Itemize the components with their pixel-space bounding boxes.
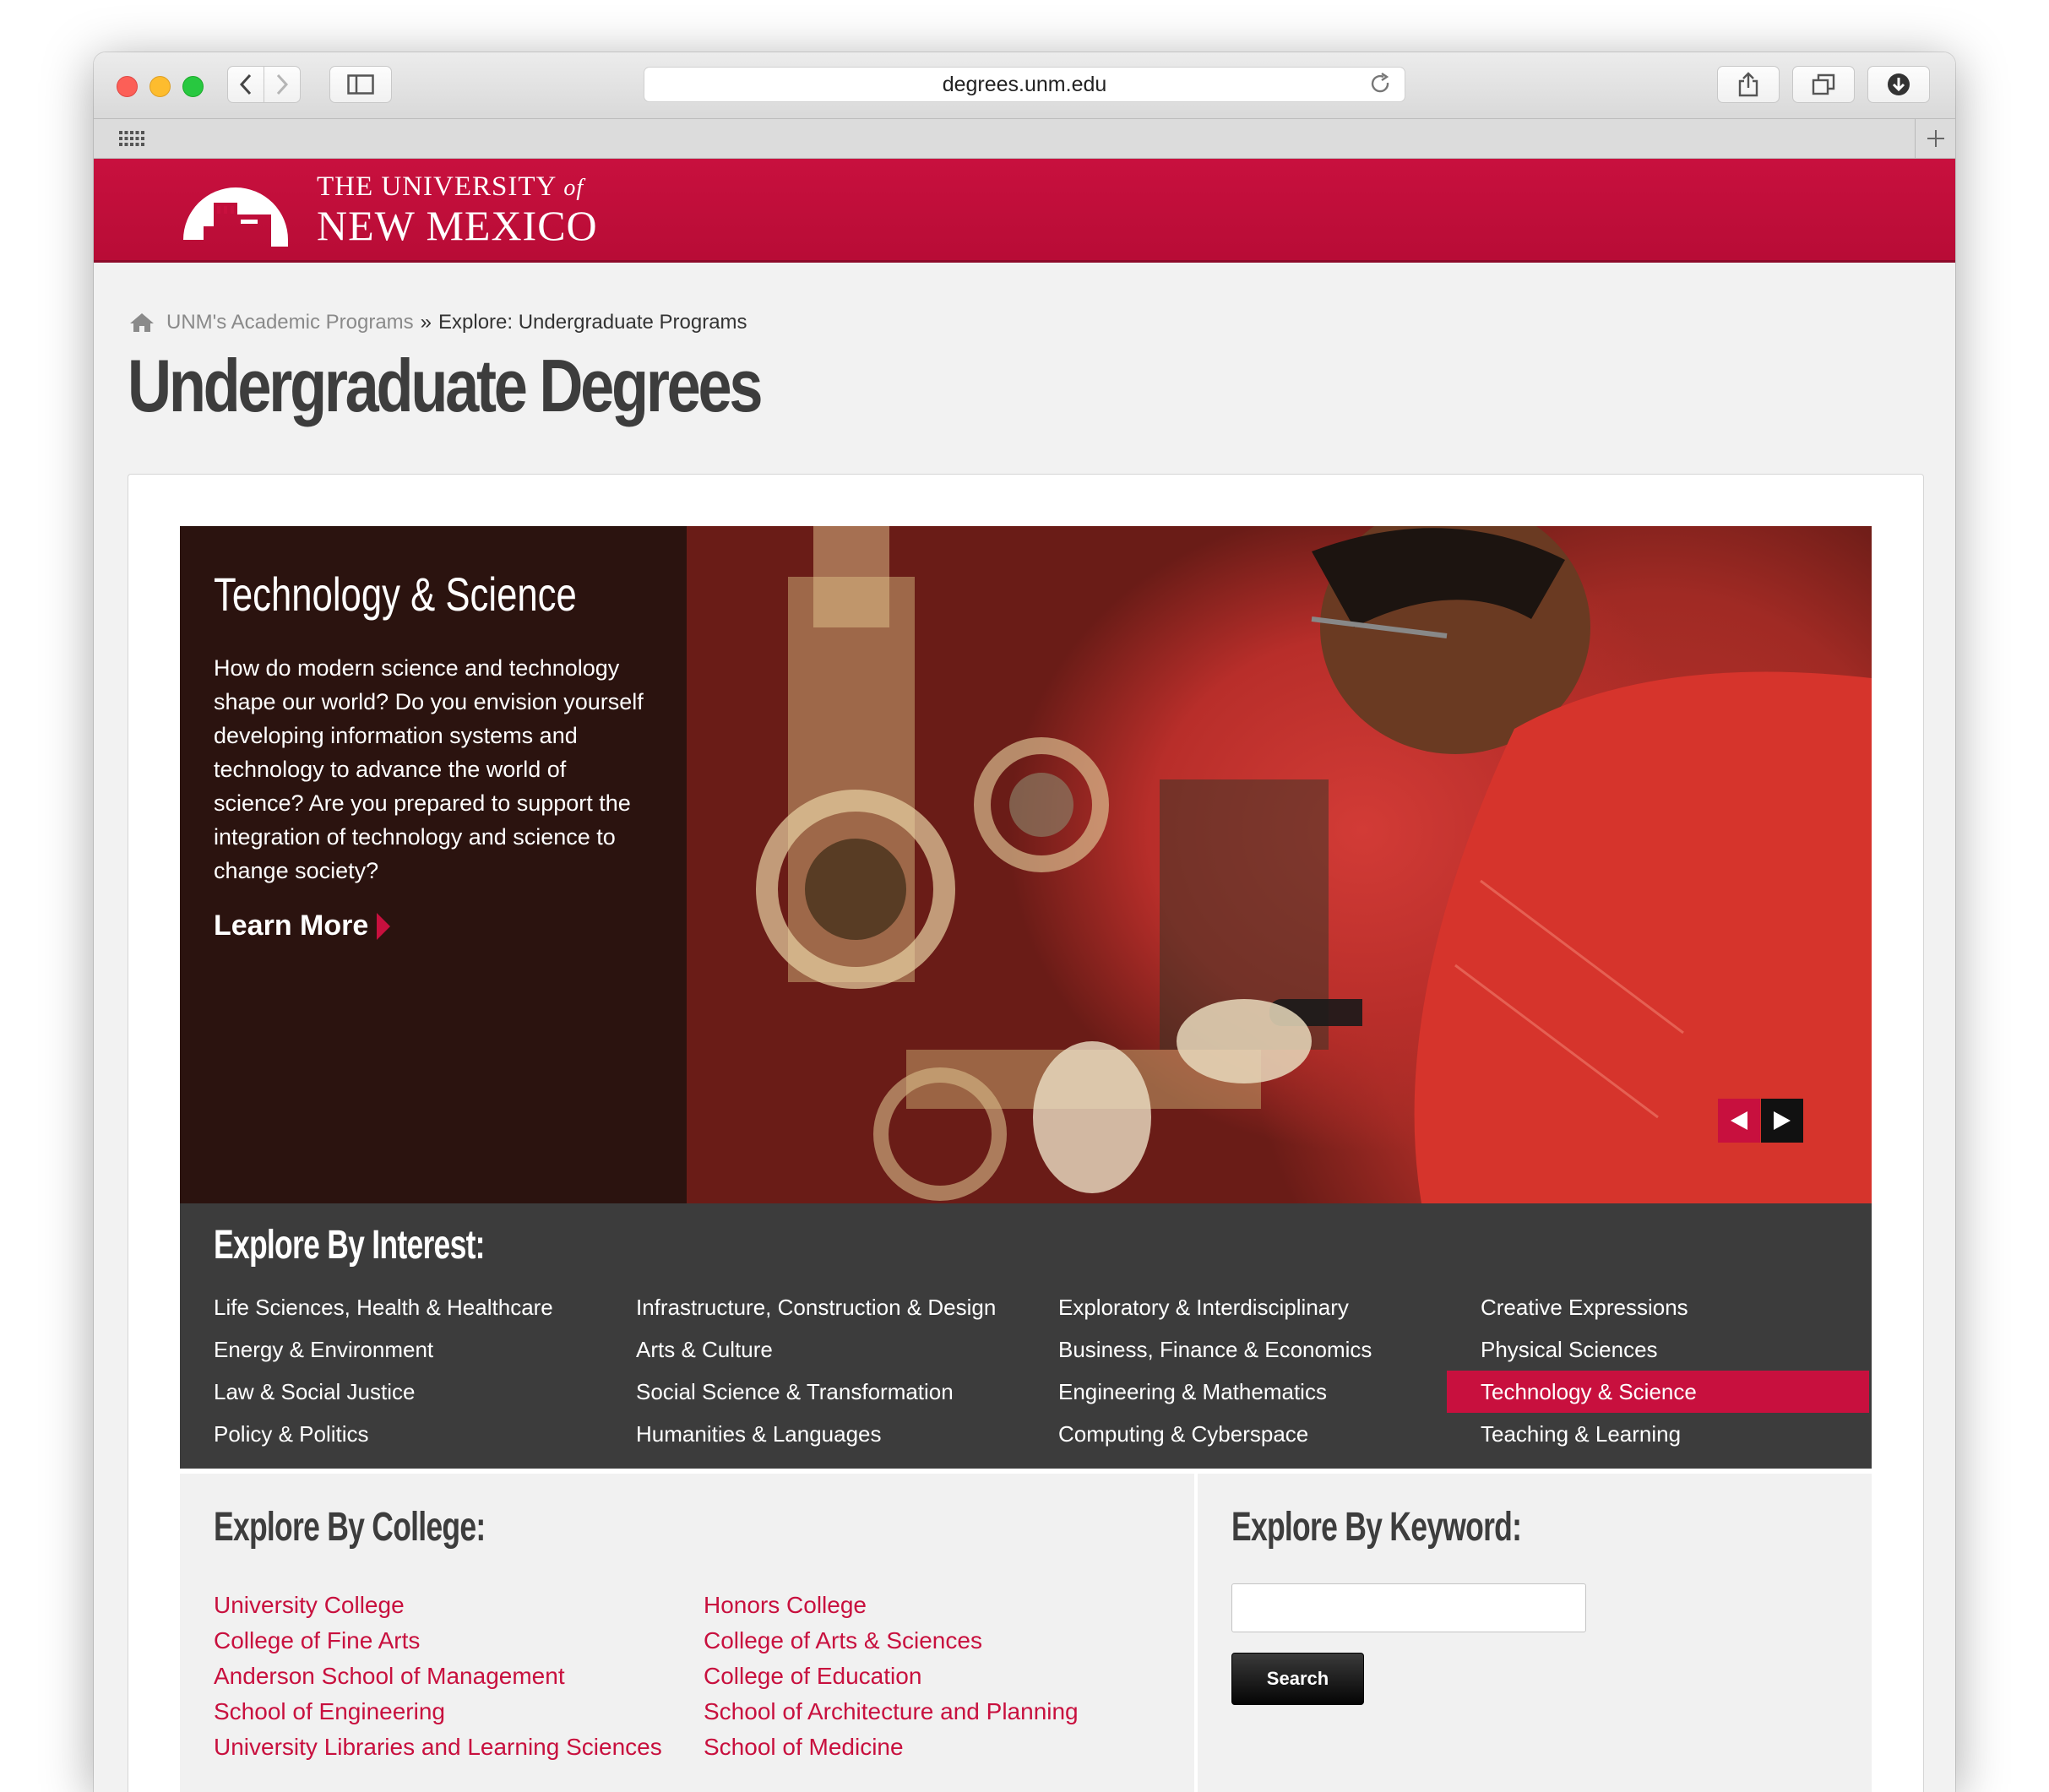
plus-icon bbox=[1927, 130, 1944, 147]
college-section-title: Explore By College: bbox=[214, 1505, 486, 1550]
arrow-right-icon bbox=[377, 912, 391, 940]
share-button[interactable] bbox=[1717, 66, 1780, 103]
url-text: degrees.unm.edu bbox=[942, 72, 1107, 96]
slide-prev-button[interactable] bbox=[1718, 1099, 1760, 1143]
interest-item[interactable]: Teaching & Learning bbox=[1447, 1413, 1869, 1455]
sidebar-toggle-button[interactable] bbox=[329, 66, 392, 103]
new-tab-button[interactable] bbox=[1915, 119, 1955, 158]
triangle-left-icon bbox=[1731, 1111, 1747, 1130]
chevron-left-icon bbox=[239, 73, 252, 95]
learn-more-link[interactable]: Learn More bbox=[214, 910, 391, 942]
interest-item[interactable]: Life Sciences, Health & Healthcare bbox=[180, 1286, 602, 1328]
minimize-window-button[interactable] bbox=[149, 76, 171, 97]
college-link[interactable]: College of Fine Arts bbox=[214, 1627, 704, 1663]
college-link[interactable]: Anderson School of Management bbox=[214, 1663, 704, 1698]
interest-section-title: Explore By Interest: bbox=[214, 1223, 486, 1268]
interest-item[interactable]: Computing & Cyberspace bbox=[1024, 1413, 1447, 1455]
unm-logo-emblem-icon bbox=[183, 187, 288, 247]
unm-logo[interactable]: THE UNIVERSITY of NEW MEXICO bbox=[178, 171, 598, 248]
maximize-window-button[interactable] bbox=[182, 76, 204, 97]
site-header: THE UNIVERSITY of NEW MEXICO bbox=[94, 159, 1955, 263]
search-button[interactable]: Search bbox=[1231, 1653, 1364, 1705]
close-window-button[interactable] bbox=[117, 76, 138, 97]
content-box: Technology & Science How do modern scien… bbox=[128, 474, 1924, 1792]
hero-text-panel: Technology & Science How do modern scien… bbox=[180, 526, 687, 1203]
interest-item[interactable]: Creative Expressions bbox=[1447, 1286, 1869, 1328]
back-button[interactable] bbox=[227, 66, 264, 103]
keyword-search-input[interactable] bbox=[1231, 1583, 1586, 1632]
grid-icon[interactable] bbox=[119, 131, 144, 146]
college-link[interactable]: School of Architecture and Planning bbox=[704, 1698, 1193, 1734]
breadcrumb-separator: » bbox=[420, 311, 432, 334]
reload-icon[interactable] bbox=[1369, 73, 1393, 96]
college-link[interactable]: College of Education bbox=[704, 1663, 1193, 1698]
logo-university-text: THE UNIVERSITY bbox=[317, 171, 557, 202]
explore-by-college: Explore By College: University College C… bbox=[180, 1474, 1194, 1792]
web-page: THE UNIVERSITY of NEW MEXICO UNM's Acade… bbox=[94, 159, 1955, 1792]
interest-item[interactable]: Infrastructure, Construction & Design bbox=[602, 1286, 1024, 1328]
interest-item[interactable]: Humanities & Languages bbox=[602, 1413, 1024, 1455]
forward-button[interactable] bbox=[264, 66, 301, 103]
hero-slide: Technology & Science How do modern scien… bbox=[180, 526, 1872, 1203]
interest-item[interactable]: Exploratory & Interdisciplinary bbox=[1024, 1286, 1447, 1328]
breadcrumb: UNM's Academic Programs » Explore: Under… bbox=[129, 311, 747, 334]
logo-new-mexico-text: NEW MEXICO bbox=[317, 201, 598, 249]
college-link[interactable]: School of Engineering bbox=[214, 1698, 704, 1734]
share-icon bbox=[1738, 72, 1758, 97]
learn-more-label: Learn More bbox=[214, 910, 369, 942]
browser-toolbar: degrees.unm.edu bbox=[94, 52, 1955, 119]
interest-list: Life Sciences, Health & Healthcare Infra… bbox=[180, 1286, 1872, 1455]
home-icon[interactable] bbox=[129, 312, 155, 333]
interest-item[interactable]: Energy & Environment bbox=[180, 1328, 602, 1371]
tab-bar bbox=[94, 119, 1955, 159]
triangle-right-icon bbox=[1774, 1111, 1791, 1130]
college-link[interactable]: School of Medicine bbox=[704, 1734, 1193, 1769]
interest-item[interactable]: Social Science & Transformation bbox=[602, 1371, 1024, 1413]
interest-item[interactable]: Business, Finance & Economics bbox=[1024, 1328, 1447, 1371]
address-bar[interactable]: degrees.unm.edu bbox=[644, 67, 1405, 102]
chevron-right-icon bbox=[276, 73, 289, 95]
slide-next-button[interactable] bbox=[1761, 1099, 1803, 1143]
logo-of-text: of bbox=[563, 174, 584, 201]
sidebar-icon bbox=[347, 74, 374, 95]
interest-item[interactable]: Law & Social Justice bbox=[180, 1371, 602, 1413]
breadcrumb-parent-link[interactable]: UNM's Academic Programs bbox=[166, 311, 414, 334]
explore-by-keyword: Explore By Keyword: Search bbox=[1198, 1474, 1872, 1792]
breadcrumb-current: Explore: Undergraduate Programs bbox=[438, 311, 747, 334]
page-title: Undergraduate Degrees bbox=[128, 344, 763, 427]
college-list: University College College of Fine Arts … bbox=[214, 1592, 1193, 1769]
interest-item[interactable]: Policy & Politics bbox=[180, 1413, 602, 1455]
interest-item[interactable]: Arts & Culture bbox=[602, 1328, 1024, 1371]
browser-window: degrees.unm.edu THE UNIVERSITY of NEW ME… bbox=[94, 52, 1955, 1792]
hero-title: Technology & Science bbox=[214, 567, 577, 621]
interest-item-active[interactable]: Technology & Science bbox=[1447, 1371, 1869, 1413]
interest-item[interactable]: Physical Sciences bbox=[1447, 1328, 1869, 1371]
college-link[interactable]: College of Arts & Sciences bbox=[704, 1627, 1193, 1663]
interest-item[interactable]: Engineering & Mathematics bbox=[1024, 1371, 1447, 1413]
keyword-section-title: Explore By Keyword: bbox=[1231, 1505, 1522, 1550]
download-icon bbox=[1888, 73, 1910, 95]
college-link[interactable]: University College bbox=[214, 1592, 704, 1627]
hero-description: How do modern science and technology sha… bbox=[214, 655, 644, 883]
college-link[interactable]: Honors College bbox=[704, 1592, 1193, 1627]
explore-by-interest: Explore By Interest: Life Sciences, Heal… bbox=[180, 1203, 1872, 1469]
college-link[interactable]: University Libraries and Learning Scienc… bbox=[214, 1734, 704, 1769]
downloads-button[interactable] bbox=[1867, 66, 1930, 103]
show-tabs-button[interactable] bbox=[1792, 66, 1855, 103]
tabs-overview-icon bbox=[1812, 73, 1835, 95]
